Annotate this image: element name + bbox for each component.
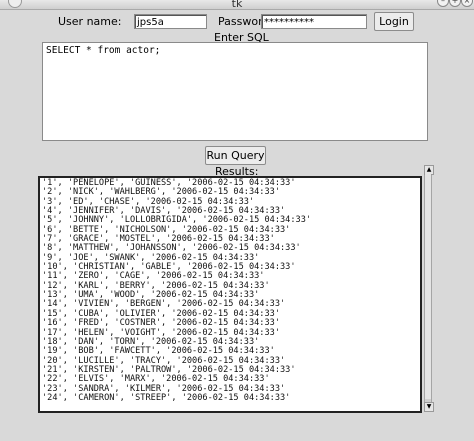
login-button[interactable]: Login (374, 12, 414, 31)
result-row: '24', 'CAMERON', 'STREEP', '2006-02-15 0… (42, 392, 291, 403)
window-title: tk (231, 0, 243, 10)
results-list[interactable]: '1', 'PENELOPE', 'GUINESS', '2006-02-15 … (38, 176, 422, 413)
scroll-thumb[interactable] (425, 174, 431, 399)
username-field[interactable]: jps5a (134, 14, 207, 29)
run-query-button[interactable]: Run Query (205, 146, 266, 165)
username-label: User name: (58, 15, 122, 28)
window-titlebar: tk – + × (0, 0, 474, 10)
results-scrollbar[interactable]: ▲ ▼ (424, 165, 434, 412)
sql-input[interactable]: SELECT * from actor; (42, 42, 428, 141)
scroll-down-icon[interactable]: ▼ (424, 402, 434, 412)
password-field[interactable]: ********** (261, 14, 367, 29)
